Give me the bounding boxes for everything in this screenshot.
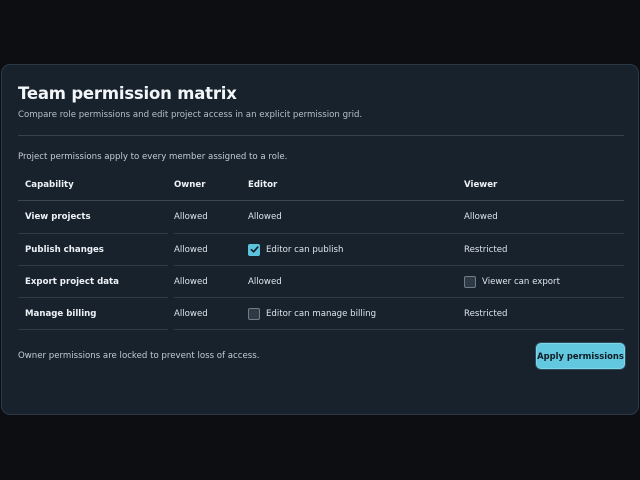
owner-permission-value: Allowed (174, 309, 208, 320)
column-header-viewer: Viewer (464, 180, 498, 191)
page-subtitle: Compare role permissions and edit projec… (18, 110, 363, 120)
viewer-permission-toggle[interactable]: Viewer can export (464, 266, 560, 298)
checkbox-label: Viewer can export (482, 277, 560, 288)
capability-label: Publish changes (25, 244, 104, 255)
table-row: Manage billing Allowed Editor can manage b… (18, 298, 624, 331)
editor-permission-toggle[interactable]: Editor can publish (248, 234, 343, 266)
table-row: View projects Allowed Allowed Allowed (18, 201, 624, 234)
table-row: Export project data Allowed Allowed Viewer … (18, 266, 624, 299)
capability-label: Manage billing (25, 309, 97, 320)
apply-permissions-button[interactable]: Apply permissions (536, 343, 625, 369)
editor-permission-value: Allowed (248, 212, 282, 223)
checkbox-label: Editor can publish (266, 244, 344, 255)
owner-lock-note: Owner permissions are locked to prevent … (18, 351, 260, 361)
column-header-editor: Editor (248, 180, 278, 191)
checkbox-checked[interactable] (248, 243, 260, 256)
editor-permission-toggle[interactable]: Editor can manage billing (248, 298, 376, 330)
row-divider (174, 329, 624, 331)
divider (18, 135, 624, 136)
row-divider (18, 329, 168, 331)
table-row: Publish changes Allowed Editor can publish… (18, 234, 624, 266)
column-header-capability: Capability (25, 180, 74, 191)
owner-permission-value: Allowed (174, 212, 208, 223)
checkbox-unchecked[interactable] (248, 308, 260, 321)
checkbox-unchecked[interactable] (464, 276, 476, 289)
scope-note: Project permissions apply to every membe… (18, 152, 288, 162)
viewer-permission-value: Restricted (464, 244, 508, 255)
page-title: Team permission matrix (18, 84, 237, 103)
column-header-owner: Owner (174, 180, 206, 191)
capability-label: Export project data (25, 277, 119, 288)
owner-permission-value: Allowed (174, 244, 208, 255)
viewer-permission-value: Restricted (464, 309, 508, 320)
permission-panel: Team permission matrix Compare role perm… (1, 64, 639, 415)
viewer-permission-value: Allowed (464, 212, 498, 223)
checkbox-label: Editor can manage billing (266, 309, 377, 320)
capability-label: View projects (25, 212, 91, 223)
table-header-row: Capability Owner Editor Viewer (18, 169, 624, 202)
owner-permission-value: Allowed (174, 277, 208, 288)
permission-grid: Capability Owner Editor Viewer View proj… (18, 169, 624, 331)
check-icon (250, 246, 259, 253)
editor-permission-value: Allowed (248, 277, 282, 288)
